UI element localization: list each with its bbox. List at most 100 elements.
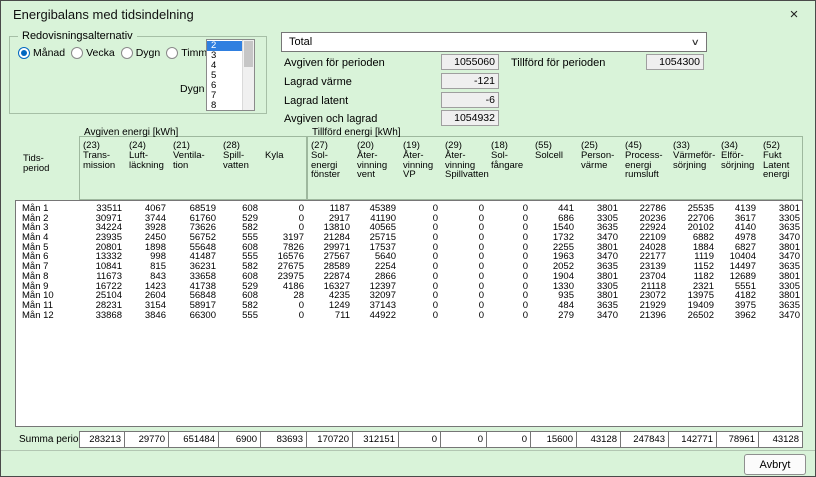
summa-value: 170720	[306, 431, 353, 448]
summa-label: Summa period	[15, 431, 79, 448]
close-icon[interactable]: ×	[785, 7, 803, 22]
cell-value: 0	[400, 311, 442, 321]
radio-group: MånadVeckaDygnTimma	[18, 47, 213, 59]
period-combobox[interactable]: Total ∨	[281, 32, 707, 52]
cell-value: 26502	[670, 311, 718, 321]
radio-label: Månad	[33, 47, 65, 59]
summa-value: 15600	[530, 431, 577, 448]
options-legend: Redovisningsalternativ	[18, 30, 137, 42]
table-body: Mån 133511406768519608011874538900044138…	[15, 200, 803, 427]
dygn-listbox: 2345678	[206, 39, 255, 111]
cell-value: 0	[488, 311, 532, 321]
radio-icon	[166, 47, 178, 59]
titlebar: Energibalans med tidsindelning ×	[1, 1, 815, 27]
radio-label: Vecka	[86, 47, 115, 59]
lagrad-varme-value: -121	[441, 73, 499, 89]
column-header: (27) Sol- energi fönster	[307, 127, 353, 200]
summa-value: 142771	[668, 431, 717, 448]
table-row: Mån 613332998414875551657627567564000019…	[16, 252, 802, 262]
radio-selected-icon	[18, 47, 30, 59]
column-header: (45) Process- energi rumsluft	[621, 127, 669, 200]
cell-value: 44922	[354, 311, 400, 321]
summa-value: 6900	[218, 431, 261, 448]
table-row: Mån 230971374461760529029174119000068633…	[16, 214, 802, 224]
table-header: Avgiven energi [kWh] Tillförd energi [kW…	[15, 127, 803, 200]
cell-value: 279	[532, 311, 578, 321]
scrollbar-thumb[interactable]	[244, 41, 253, 67]
radio-label: Dygn	[136, 47, 161, 59]
column-header: (25) Person- värme	[577, 127, 621, 200]
row-period: Mån 12	[16, 311, 80, 321]
dygn-label: Dygn	[180, 83, 205, 95]
cancel-button[interactable]: Avbryt	[744, 454, 806, 475]
cell-value: 3962	[718, 311, 760, 321]
cell-value: 21396	[622, 311, 670, 321]
listbox-scrollbar[interactable]	[242, 40, 254, 110]
cell-value: 711	[308, 311, 354, 321]
radio-icon	[71, 47, 83, 59]
summa-value: 651484	[168, 431, 219, 448]
listbox-item[interactable]: 8	[207, 101, 242, 110]
footer-separator	[1, 450, 815, 451]
summa-value: 0	[398, 431, 441, 448]
lagrad-latent-value: -6	[441, 92, 499, 108]
column-header: (24) Luft- läckning	[125, 127, 169, 200]
cell-value: 66300	[170, 311, 220, 321]
tillford-period-value: 1054300	[646, 54, 704, 70]
avgiven-och-lagrad-label: Avgiven och lagrad	[284, 113, 377, 125]
radio-vecka[interactable]: Vecka	[71, 47, 115, 59]
column-header: (29) Åter- vinning Spillvatten	[441, 127, 487, 200]
dialog: Energibalans med tidsindelning × Redovis…	[0, 0, 816, 477]
header-row: Tids- period (23) Trans- mission(24) Luf…	[15, 127, 803, 200]
summa-row: Summa period 283213297706514846900836931…	[15, 431, 803, 448]
avgiven-period-value: 1055060	[441, 54, 499, 70]
column-header: (55) Solcell	[531, 127, 577, 200]
table-row: Mån 123386838466630055507114492200027934…	[16, 311, 802, 321]
tillford-period-label: Tillförd för perioden	[511, 57, 605, 69]
dialog-title: Energibalans med tidsindelning	[13, 7, 194, 22]
cell-value: 3470	[578, 311, 622, 321]
column-header: (34) Elför- sörjning	[717, 127, 759, 200]
column-header: (20) Åter- vinning vent	[353, 127, 399, 200]
table-row: Mån 102510426045684860828423532097000935…	[16, 291, 802, 301]
radio-dygn[interactable]: Dygn	[121, 47, 161, 59]
summa-value: 0	[486, 431, 531, 448]
column-header: (33) Värmeför- sörjning	[669, 127, 717, 200]
summa-value: 83693	[260, 431, 307, 448]
summa-value: 78961	[716, 431, 759, 448]
summa-value: 43128	[576, 431, 621, 448]
table-row: Mån 710841815362315822767528589225400020…	[16, 262, 802, 272]
column-header: (18) Sol- fångare	[487, 127, 531, 200]
column-header: (21) Ventila- tion	[169, 127, 219, 200]
table-row: Mån 334224392873626582013810405650001540…	[16, 223, 802, 233]
table-row: Mån 520801189855648608782629971175370002…	[16, 243, 802, 253]
cell-value: 0	[442, 311, 488, 321]
chevron-down-icon: ∨	[691, 37, 700, 48]
radio-icon	[121, 47, 133, 59]
cell-value: 0	[262, 311, 308, 321]
combo-value: Total	[289, 36, 312, 48]
column-header: (52) Fukt Latent energi	[759, 127, 803, 200]
cell-value: 33868	[80, 311, 126, 321]
summa-value: 247843	[620, 431, 669, 448]
listbox-items: 2345678	[207, 40, 242, 110]
radio-månad[interactable]: Månad	[18, 47, 65, 59]
summa-value: 312151	[352, 431, 399, 448]
table-row: Mån 133511406768519608011874538900044138…	[16, 204, 802, 214]
table-row: Mån 112823131545891758201249371430004843…	[16, 301, 802, 311]
table-row: Mån 916722142341738529418616327123970001…	[16, 282, 802, 292]
cell-value: 555	[220, 311, 262, 321]
summa-value: 29770	[124, 431, 169, 448]
summa-value: 0	[440, 431, 487, 448]
summa-value: 283213	[79, 431, 125, 448]
avgiven-och-lagrad-value: 1054932	[441, 110, 499, 126]
column-header: (19) Åter- vinning VP	[399, 127, 441, 200]
summa-value: 43128	[758, 431, 803, 448]
options-groupbox: Redovisningsalternativ MånadVeckaDygnTim…	[9, 36, 267, 114]
table-row: Mån 811673843336586082397522874286600019…	[16, 272, 802, 282]
table-row: Mån 423935245056752555319721284257150001…	[16, 233, 802, 243]
lagrad-latent-label: Lagrad latent	[284, 95, 348, 107]
cell-value: 3846	[126, 311, 170, 321]
cell-value: 3470	[760, 311, 803, 321]
column-header: (28) Spill- vatten	[219, 127, 261, 200]
